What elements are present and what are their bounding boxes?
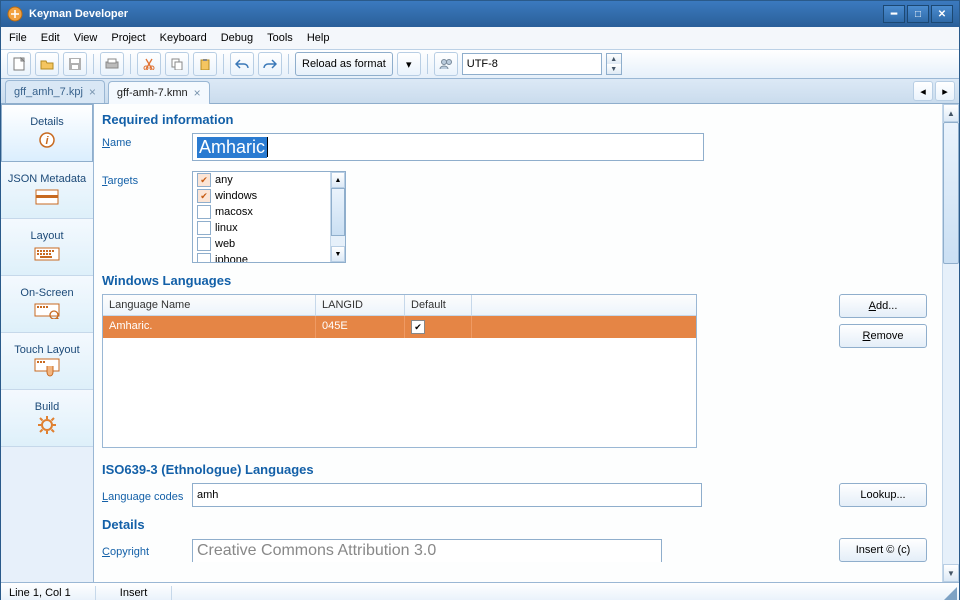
default-checkbox[interactable]: ✔ (411, 320, 425, 334)
card-icon (33, 187, 61, 207)
section-details: Details (102, 517, 931, 532)
onscreen-keyboard-icon (33, 301, 61, 321)
remove-button[interactable]: RRemoveemove (839, 324, 927, 348)
tab-project[interactable]: gff_amh_7.kpj × (5, 80, 105, 103)
checkbox-icon[interactable]: ✔ (197, 189, 211, 203)
close-button[interactable]: ✕ (931, 5, 953, 23)
menu-edit[interactable]: Edit (41, 32, 60, 44)
section-iso: ISO639-3 (Ethnologue) Languages (102, 462, 931, 477)
langcodes-label: Language codesLanguage codes (102, 487, 192, 503)
tabbar: gff_amh_7.kpj × gff-amh-7.kmn × ◂ ▸ (1, 79, 959, 104)
tab-scroll-left-icon[interactable]: ◂ (913, 81, 933, 101)
open-file-icon[interactable] (35, 52, 59, 76)
menu-tools[interactable]: Tools (267, 32, 293, 44)
menu-project[interactable]: Project (111, 32, 145, 44)
target-item-web[interactable]: web (193, 236, 345, 252)
targets-scrollbar[interactable]: ▲▼ (330, 172, 345, 262)
app-window: Keyman Developer ━ □ ✕ File Edit View Pr… (0, 0, 960, 600)
new-file-icon[interactable] (7, 52, 31, 76)
undo-icon[interactable] (230, 52, 254, 76)
copyright-label: CopyrightCopyright (102, 542, 192, 558)
tab-kmn[interactable]: gff-amh-7.kmn × (108, 81, 210, 104)
scroll-thumb[interactable] (943, 122, 959, 264)
encoding-select[interactable]: UTF-8 (462, 53, 602, 75)
print-icon[interactable] (100, 52, 124, 76)
lookup-button[interactable]: Lookup... (839, 483, 927, 507)
titlebar: Keyman Developer ━ □ ✕ (1, 1, 959, 27)
tab-scroll-right-icon[interactable]: ▸ (935, 81, 955, 101)
gear-icon (33, 415, 61, 435)
redo-icon[interactable] (258, 52, 282, 76)
insert-copyright-button[interactable]: Insert © (c) (839, 538, 927, 562)
menu-help[interactable]: Help (307, 32, 330, 44)
target-item-iphone[interactable]: iphone (193, 252, 345, 262)
table-header: Language Name LANGID Default (103, 295, 696, 316)
menu-view[interactable]: View (74, 32, 98, 44)
targets-label: TargetsTargets (102, 171, 192, 187)
sidebar-item-build[interactable]: Build (1, 390, 93, 447)
menu-keyboard[interactable]: Keyboard (160, 32, 207, 44)
add-button[interactable]: AAdd...dd... (839, 294, 927, 318)
sidebar-item-details[interactable]: Details i (1, 104, 93, 162)
dropdown-icon[interactable]: ▾ (397, 52, 421, 76)
section-required: Required information (102, 112, 931, 127)
checkbox-icon[interactable] (197, 253, 211, 262)
reload-format-button[interactable]: Reload as format (295, 52, 393, 76)
status-mode: Insert (120, 587, 148, 599)
app-icon (7, 6, 23, 22)
toolbar: Reload as format ▾ UTF-8 ▲▼ (1, 50, 959, 79)
paste-icon[interactable] (193, 52, 217, 76)
checkbox-icon[interactable] (197, 205, 211, 219)
sidebar-item-layout[interactable]: Layout (1, 219, 93, 276)
sidebar-item-onscreen[interactable]: On-Screen (1, 276, 93, 333)
status-position: Line 1, Col 1 (9, 587, 71, 599)
users-icon[interactable] (434, 52, 458, 76)
scroll-up-icon[interactable]: ▲ (943, 104, 959, 122)
checkbox-icon[interactable]: ✔ (197, 173, 211, 187)
col-language-name[interactable]: Language Name (103, 295, 316, 315)
main-scrollbar[interactable]: ▲ ▼ (942, 104, 959, 582)
cut-icon[interactable] (137, 52, 161, 76)
touch-icon (33, 358, 61, 378)
col-default[interactable]: Default (405, 295, 472, 315)
name-input[interactable]: Amharic (192, 133, 704, 161)
table-row[interactable]: Amharic. 045E ✔ (103, 316, 696, 338)
sidebar-item-json[interactable]: JSON Metadata (1, 162, 93, 219)
name-label: NNameame (102, 133, 192, 149)
statusbar: Line 1, Col 1 Insert (1, 582, 959, 600)
main-panel: Required information NNameame Amharic Ta… (94, 104, 959, 582)
menu-debug[interactable]: Debug (221, 32, 253, 44)
app-title: Keyman Developer (29, 8, 883, 20)
target-item-any[interactable]: ✔any (193, 172, 345, 188)
section-winlang: Windows Languages (102, 273, 931, 288)
target-item-windows[interactable]: ✔windows (193, 188, 345, 204)
checkbox-icon[interactable] (197, 237, 211, 251)
languages-table: Language Name LANGID Default Amharic. 04… (102, 294, 697, 448)
tab-close-icon[interactable]: × (89, 85, 96, 99)
maximize-button[interactable]: □ (907, 5, 929, 23)
copy-icon[interactable] (165, 52, 189, 76)
checkbox-icon[interactable] (197, 221, 211, 235)
menu-file[interactable]: File (9, 32, 27, 44)
resize-grip-icon[interactable] (943, 587, 957, 600)
menubar: File Edit View Project Keyboard Debug To… (1, 27, 959, 50)
target-item-linux[interactable]: linux (193, 220, 345, 236)
encoding-spinner[interactable]: ▲▼ (606, 53, 622, 75)
scroll-down-icon[interactable]: ▼ (943, 564, 959, 582)
minimize-button[interactable]: ━ (883, 5, 905, 23)
sidebar: Details i JSON Metadata Layout On-Screen… (1, 104, 94, 582)
langcodes-input[interactable]: amh (192, 483, 702, 507)
keyboard-icon (33, 244, 61, 264)
targets-listbox[interactable]: ✔any ✔windows macosx linux web iphone ▲▼ (192, 171, 346, 263)
col-langid[interactable]: LANGID (316, 295, 405, 315)
sidebar-item-touch[interactable]: Touch Layout (1, 333, 93, 390)
save-icon[interactable] (63, 52, 87, 76)
target-item-macosx[interactable]: macosx (193, 204, 345, 220)
tab-close-icon[interactable]: × (194, 86, 201, 100)
info-icon: i (33, 130, 61, 150)
copyright-input[interactable]: Creative Commons Attribution 3.0 (192, 539, 662, 562)
